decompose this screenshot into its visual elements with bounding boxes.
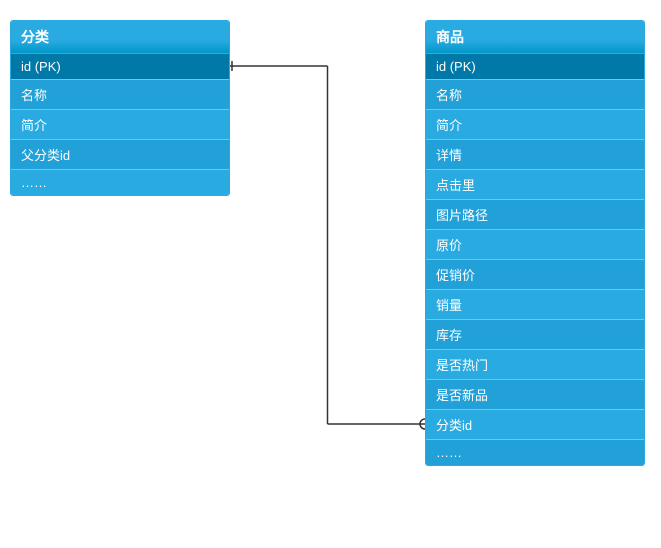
product-field-2: 详情 [426, 139, 644, 169]
product-field-7: 销量 [426, 289, 644, 319]
category-pk-field: id (PK) [11, 53, 229, 79]
product-field-10: 是否新品 [426, 379, 644, 409]
product-field-5: 原价 [426, 229, 644, 259]
product-pk-field: id (PK) [426, 53, 644, 79]
product-field-1: 简介 [426, 109, 644, 139]
product-field-11: 分类id [426, 409, 644, 439]
product-table: 商品 id (PK) 名称 简介 详情 点击里 图片路径 原价 促销价 销量 库… [425, 20, 645, 466]
category-table: 分类 id (PK) 名称 简介 父分类id …… [10, 20, 230, 196]
product-field-3: 点击里 [426, 169, 644, 199]
product-field-6: 促销价 [426, 259, 644, 289]
category-field-1: 简介 [11, 109, 229, 139]
product-field-0: 名称 [426, 79, 644, 109]
product-field-9: 是否热门 [426, 349, 644, 379]
product-field-12: …… [426, 439, 644, 465]
product-field-4: 图片路径 [426, 199, 644, 229]
category-field-3: …… [11, 169, 229, 195]
category-field-2: 父分类id [11, 139, 229, 169]
product-table-header: 商品 [426, 21, 644, 53]
category-table-header: 分类 [11, 21, 229, 53]
diagram-area: 分类 id (PK) 名称 简介 父分类id …… 商品 id (PK) 名称 … [0, 0, 661, 548]
category-field-0: 名称 [11, 79, 229, 109]
product-field-8: 库存 [426, 319, 644, 349]
